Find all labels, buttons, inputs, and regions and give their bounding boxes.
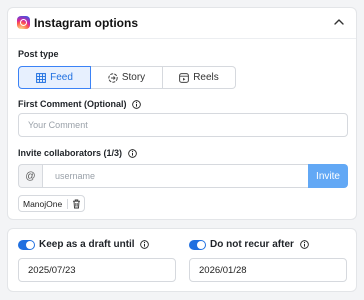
info-icon[interactable]: [132, 100, 141, 109]
collaborator-chip: ManojOne: [18, 195, 85, 212]
post-type-feed-label: Feed: [50, 72, 73, 83]
first-comment-placeholder: Your Comment: [28, 120, 88, 130]
chip-divider: [67, 199, 68, 209]
recur-date-value: 2026/01/28: [199, 264, 247, 276]
reels-icon: [179, 72, 190, 83]
draft-toggle-label: Keep as a draft until: [39, 239, 150, 250]
instagram-options-card: Instagram options Post type Feed Story R…: [7, 7, 357, 220]
recur-date-input[interactable]: 2026/01/28: [189, 258, 347, 282]
post-type-feed-button[interactable]: Feed: [18, 66, 91, 89]
trash-icon[interactable]: [72, 199, 81, 209]
recur-toggle-label-text: Do not recur after: [210, 239, 294, 250]
collaborator-username-input[interactable]: username: [42, 164, 309, 188]
invite-button[interactable]: Invite: [308, 164, 348, 188]
recur-toggle[interactable]: [189, 240, 206, 250]
story-icon: [108, 72, 118, 83]
first-comment-label-text: First Comment (Optional): [18, 99, 127, 109]
post-type-selector: Feed Story Reels: [18, 66, 236, 89]
draft-toggle-label-text: Keep as a draft until: [39, 239, 135, 250]
recur-toggle-label: Do not recur after: [210, 239, 309, 250]
post-type-label: Post type: [18, 49, 59, 59]
collaborators-label-text: Invite collaborators (1/3): [18, 148, 123, 158]
post-type-reels-label: Reels: [193, 72, 219, 83]
info-icon[interactable]: [140, 240, 150, 249]
draft-toggle[interactable]: [18, 240, 35, 250]
collaborator-username-placeholder: username: [55, 171, 96, 181]
post-type-story-label: Story: [121, 72, 146, 83]
post-type-reels-button[interactable]: Reels: [163, 66, 236, 89]
collaborator-chip-label: ManojOne: [23, 198, 63, 209]
instagram-logo-icon: [17, 16, 30, 29]
chevron-up-icon[interactable]: [332, 15, 346, 29]
post-type-story-button[interactable]: Story: [91, 66, 163, 89]
draft-date-input[interactable]: 2025/07/23: [18, 258, 176, 282]
collaborators-label: Invite collaborators (1/3): [18, 148, 137, 158]
at-prefix: @: [18, 164, 42, 188]
schedule-card: Keep as a draft until 2025/07/23 Do not …: [7, 228, 357, 292]
first-comment-input[interactable]: Your Comment: [18, 113, 348, 137]
draft-date-value: 2025/07/23: [28, 264, 76, 276]
instagram-options-header[interactable]: Instagram options: [8, 8, 356, 39]
info-icon[interactable]: [299, 240, 309, 249]
grid-icon: [36, 72, 46, 83]
info-icon[interactable]: [127, 149, 137, 158]
first-comment-label: First Comment (Optional): [18, 99, 141, 109]
instagram-options-title: Instagram options: [34, 16, 139, 30]
